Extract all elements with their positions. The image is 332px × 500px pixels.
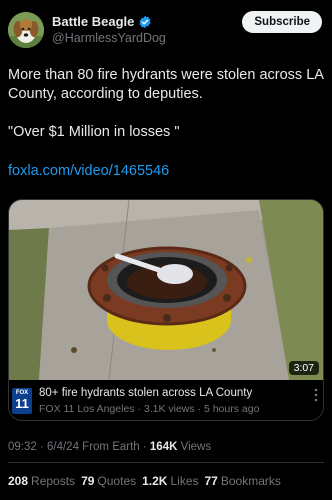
tweet-detail: Battle Beagle @HarmlessYardDog Subscribe…: [0, 0, 332, 500]
reposts-label: Reposts: [31, 474, 76, 488]
likes-count: 1.2K: [142, 474, 168, 488]
views-label: Views: [177, 441, 212, 453]
hydrant-base-photo: [9, 200, 323, 380]
engagement-stats: 208 Reposts 79 Quotes 1.2K Likes 77 Book…: [8, 474, 281, 488]
beagle-avatar-image: [8, 12, 44, 48]
tweet-text: More than 80 fire hydrants were stolen a…: [8, 66, 324, 142]
post-timestamp[interactable]: 09:32 · 6/4/24 From Earth ·: [8, 441, 150, 453]
reposts-stat[interactable]: 208 Reposts: [8, 474, 75, 488]
quotes-label: Quotes: [97, 474, 137, 488]
bookmarks-count: 77: [204, 474, 218, 488]
divider: [8, 462, 324, 463]
video-card-info[interactable]: FOX 11 80+ fire hydrants stolen across L…: [9, 380, 323, 420]
user-handle[interactable]: @HarmlessYardDog: [52, 31, 166, 45]
video-meta: FOX 11 Los Angeles · 3.1K views · 5 hour…: [39, 403, 260, 415]
tweet-quote-line: "Over $1 Million in losses ": [8, 124, 180, 140]
bookmarks-stat[interactable]: 77 Bookmarks: [205, 474, 281, 488]
reposts-count: 208: [8, 474, 29, 488]
quotes-count: 79: [81, 474, 95, 488]
quotes-stat[interactable]: 79 Quotes: [81, 474, 136, 488]
fox-11-logo: FOX 11: [12, 388, 32, 414]
video-card[interactable]: 3:07 FOX 11 80+ fire hydrants stolen acr…: [8, 199, 324, 421]
video-title[interactable]: 80+ fire hydrants stolen across LA Count…: [39, 387, 252, 399]
verified-badge-icon: [138, 15, 152, 29]
subscribe-button[interactable]: Subscribe: [242, 11, 322, 33]
logo-channel-number: 11: [15, 396, 29, 411]
tweet-link[interactable]: foxla.com/video/1465546: [8, 163, 169, 179]
tweet-header: Battle Beagle @HarmlessYardDog Subscribe: [8, 10, 324, 50]
avatar[interactable]: [8, 12, 44, 48]
video-thumbnail[interactable]: 3:07: [9, 200, 323, 380]
views-count: 164K: [149, 441, 178, 453]
bookmarks-label: Bookmarks: [220, 474, 281, 488]
likes-label: Likes: [170, 474, 199, 488]
tweet-text-line: More than 80 fire hydrants were stolen a…: [8, 67, 328, 102]
more-options-icon[interactable]: [313, 388, 319, 402]
likes-stat[interactable]: 1.2K Likes: [142, 474, 198, 488]
video-duration: 3:07: [288, 361, 319, 375]
name-row: Battle Beagle: [52, 14, 152, 29]
post-meta: 09:32 · 6/4/24 From Earth · 164K Views: [8, 441, 211, 453]
display-name[interactable]: Battle Beagle: [52, 14, 134, 29]
